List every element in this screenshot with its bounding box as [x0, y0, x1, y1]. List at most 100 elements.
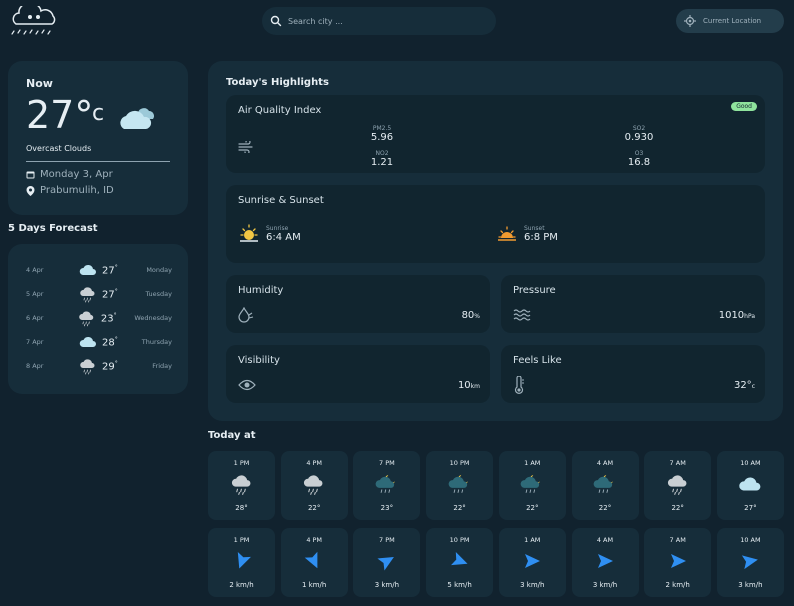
wind-direction-icon — [742, 555, 759, 570]
so2-value: 0.930 — [624, 132, 654, 143]
sun-label: Sunrise & Sunset — [238, 195, 324, 206]
night-rain-icon — [519, 471, 545, 497]
no2-value: 1.21 — [370, 157, 394, 168]
forecast-date: 8 Apr — [26, 362, 44, 370]
wind-direction-icon — [450, 552, 468, 566]
forecast-title: 5 Days Forecast — [8, 223, 98, 234]
feels-like-label: Feels Like — [513, 355, 562, 366]
current-date: Monday 3, Apr — [40, 169, 113, 180]
feels-like-box: Feels Like 32°c — [501, 345, 765, 403]
forecast-temp-value: 27 — [102, 289, 115, 301]
forecast-date: 7 Apr — [26, 338, 44, 346]
humidity-value: 80 — [461, 310, 475, 321]
hourly-temp: 22° — [307, 504, 321, 512]
weather-description: Overcast Clouds — [26, 144, 92, 153]
pressure-unit: hPa — [744, 313, 755, 320]
search-icon — [270, 15, 282, 27]
hourly-temp-tile: 10 AM 27° — [716, 451, 784, 520]
pressure-value: 1010 — [718, 310, 745, 321]
feels-like-value: 32° — [733, 380, 752, 391]
location-pin-icon — [26, 185, 35, 196]
hourly-wind-tile: 4 PM 1 km/h — [280, 528, 348, 597]
humidity-value-wrap: 80% — [462, 310, 480, 321]
hourly-time: 4 PM — [306, 536, 323, 544]
search-input[interactable] — [288, 16, 478, 26]
hourly-wind-tile: 4 AM 3 km/h — [571, 528, 639, 597]
visibility-unit: km — [470, 383, 480, 390]
crosshair-icon — [684, 15, 696, 27]
hourly-temp: 22° — [453, 504, 466, 512]
forecast-temp-value: 23 — [100, 313, 114, 325]
forecast-day: Tuesday — [145, 290, 172, 298]
forecast-date: 4 Apr — [26, 266, 44, 274]
pressure-box: Pressure 1010hPa — [501, 275, 765, 333]
hourly-temp-tile: 4 AM 22° — [571, 451, 639, 520]
pressure-value-wrap: 1010hPa — [719, 310, 755, 321]
hourly-temp-tile: 7 PM 23° — [353, 451, 421, 520]
wind-direction-icon — [525, 554, 541, 568]
current-location: Prabumulih, ID — [40, 185, 114, 196]
hourly-wind-speed: 3 km/h — [738, 581, 763, 589]
forecast-row: 5 Apr 27° Tuesday — [26, 286, 172, 302]
forecast-temp-value: 29 — [102, 361, 115, 373]
sunset-label: Sunset — [524, 225, 545, 232]
night-rain-icon — [374, 471, 400, 497]
current-temp-unit: c — [92, 101, 105, 126]
wind-direction-icon — [377, 557, 394, 571]
wind-direction-icon — [670, 554, 686, 568]
forecast-temp-value: 28 — [102, 337, 115, 349]
current-location-button[interactable]: Current Location — [676, 9, 784, 33]
night-rain-icon — [592, 471, 618, 497]
night-rain-icon — [447, 471, 473, 497]
rain-cloud-icon — [78, 356, 98, 376]
hourly-time: 4 AM — [596, 536, 614, 544]
rain-cloud-icon — [665, 471, 691, 497]
wind-direction-icon — [598, 554, 613, 568]
cloud-icon — [737, 471, 763, 497]
hourly-time: 7 PM — [379, 536, 395, 544]
hourly-temp: 22° — [671, 504, 684, 512]
air-quality-box: Air Quality Index Good PM2.5 5.96 NO2 1.… — [226, 95, 765, 173]
highlights-card: Today's Highlights Air Quality Index Goo… — [208, 61, 783, 421]
hourly-time: 7 AM — [669, 459, 686, 467]
hourly-temp-tile: 10 PM 22° — [426, 451, 494, 520]
forecast-temp: 28° — [102, 336, 136, 348]
degree-sign: ° — [113, 311, 117, 319]
hourly-time: 7 PM — [379, 459, 395, 467]
rain-cloud-icon — [229, 471, 255, 497]
forecast-temp: 29° — [102, 360, 136, 372]
pm25-value: 5.96 — [370, 132, 394, 143]
hourly-time: 10 AM — [740, 459, 761, 467]
degree-sign: ° — [114, 263, 118, 271]
humidity-label: Humidity — [238, 285, 284, 296]
o3-label: O3 — [634, 150, 644, 157]
hourly-wind-tile: 10 PM 5 km/h — [426, 528, 494, 597]
aq-no2: NO2 1.21 — [362, 150, 402, 168]
wind-direction-icon — [304, 551, 318, 569]
degree-sign: ° — [114, 335, 118, 343]
sunrise-icon — [240, 224, 258, 242]
search-bar[interactable] — [262, 7, 496, 35]
divider — [26, 161, 170, 162]
hourly-wind-speed: 2 km/h — [229, 581, 254, 589]
wind-direction-icon — [237, 552, 251, 569]
visibility-label: Visibility — [238, 355, 280, 366]
forecast-day: Friday — [152, 362, 172, 370]
visibility-value-wrap: 10km — [458, 380, 480, 391]
current-location-label: Current Location — [703, 17, 762, 25]
degree-sign: ° — [114, 359, 118, 367]
forecast-temp: 27° — [102, 264, 136, 276]
hourly-temp-tile: 7 AM 22° — [644, 451, 712, 520]
hourly-wind-tile: 1 AM 3 km/h — [498, 528, 566, 597]
forecast-row: 4 Apr 27° Monday — [26, 262, 172, 278]
sunrise-time: 6:4 AM — [266, 232, 301, 243]
hourly-temp: 28° — [235, 504, 248, 512]
aq-pm25: PM2.5 5.96 — [362, 125, 402, 143]
today-title: Today at — [208, 430, 256, 441]
forecast-row: 7 Apr 28° Thursday — [26, 334, 172, 350]
cloud-rain-logo-icon — [11, 2, 56, 35]
air-quality-label: Air Quality Index — [238, 105, 322, 116]
hourly-temp: 27° — [744, 504, 757, 512]
forecast-row: 6 Apr 23° Wednesday — [26, 310, 172, 326]
aq-o3: O3 16.8 — [619, 150, 659, 168]
